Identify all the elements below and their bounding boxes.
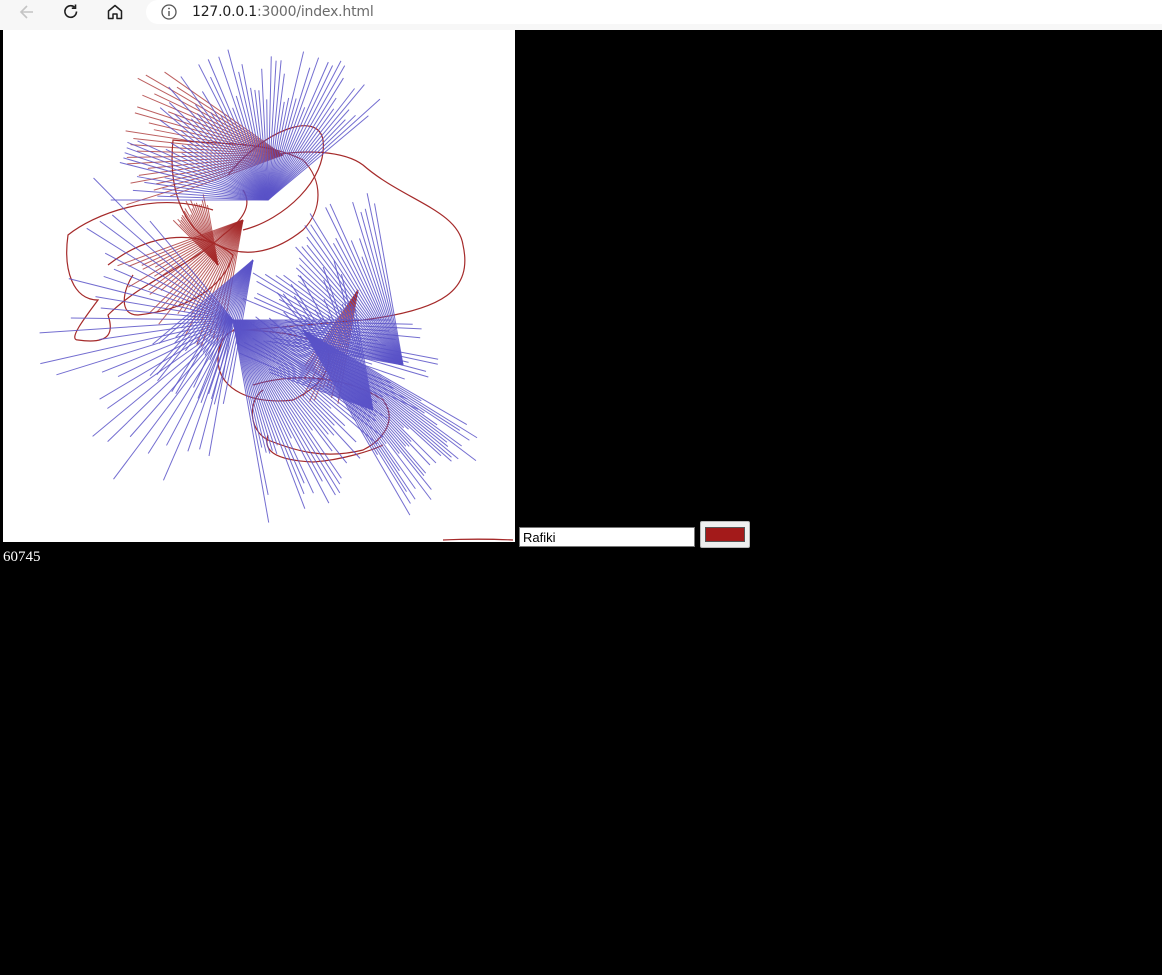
browser-toolbar: 127.0.0.1:3000/index.html <box>0 0 1162 30</box>
color-swatch <box>705 527 745 542</box>
color-picker-button[interactable] <box>700 521 750 548</box>
reload-button[interactable] <box>56 0 86 24</box>
home-button[interactable] <box>100 0 130 24</box>
counter-value: 60745 <box>3 549 41 565</box>
reload-icon <box>64 4 78 19</box>
info-icon[interactable] <box>160 3 178 21</box>
url-text: 127.0.0.1:3000/index.html <box>192 3 374 21</box>
address-bar[interactable]: 127.0.0.1:3000/index.html <box>146 0 1162 24</box>
name-input[interactable] <box>519 527 695 547</box>
back-arrow-icon <box>19 5 33 19</box>
back-button[interactable] <box>12 0 42 24</box>
drawing-canvas[interactable] <box>3 30 515 542</box>
home-icon <box>107 4 123 20</box>
page-viewport: 60745 <box>3 30 1162 975</box>
url-path: :3000/index.html <box>257 4 374 20</box>
url-host: 127.0.0.1 <box>192 4 257 20</box>
